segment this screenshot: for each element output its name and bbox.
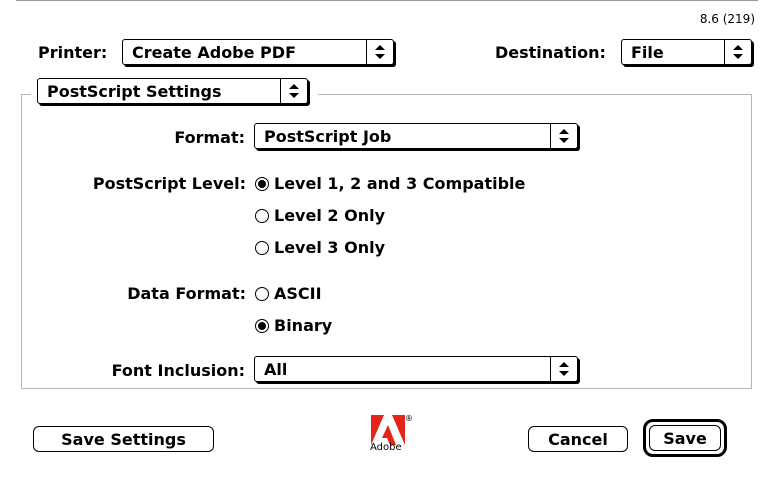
save-settings-button[interactable]: Save Settings	[33, 426, 214, 452]
radio-unselected-icon	[255, 208, 269, 223]
radio-level-compatible-label: Level 1, 2 and 3 Compatible	[274, 174, 526, 193]
radio-level-compatible[interactable]: Level 1, 2 and 3 Compatible	[255, 174, 525, 193]
print-dialog: 8.6 (219) Printer: Create Adobe PDF Dest…	[0, 0, 772, 481]
destination-popup[interactable]: File	[621, 39, 752, 65]
top-divider	[16, 0, 758, 1]
up-down-arrows-icon	[280, 79, 307, 103]
radio-level-3-label: Level 3 Only	[274, 238, 385, 257]
printer-label: Printer:	[38, 43, 108, 62]
font-inclusion-popup[interactable]: All	[254, 356, 578, 382]
radio-selected-icon	[255, 318, 269, 333]
radio-unselected-icon	[255, 240, 269, 255]
radio-selected-icon	[255, 176, 269, 191]
format-popup[interactable]: PostScript Job	[254, 123, 578, 149]
up-down-arrows-icon	[550, 124, 577, 148]
adobe-logo-text: Adobe	[370, 442, 402, 453]
up-down-arrows-icon	[550, 357, 577, 381]
panel-selector-popup[interactable]: PostScript Settings	[37, 78, 308, 104]
save-button[interactable]: Save	[649, 425, 721, 451]
font-inclusion-value: All	[264, 359, 288, 379]
radio-binary-label: Binary	[274, 316, 333, 335]
radio-level-3-only[interactable]: Level 3 Only	[255, 238, 385, 257]
format-value: PostScript Job	[264, 126, 392, 146]
radio-unselected-icon	[255, 286, 269, 301]
up-down-arrows-icon	[724, 40, 751, 64]
radio-ascii-label: ASCII	[274, 284, 322, 303]
up-down-arrows-icon	[366, 40, 393, 64]
printer-popup[interactable]: Create Adobe PDF	[122, 39, 394, 65]
radio-level-2-only[interactable]: Level 2 Only	[255, 206, 385, 225]
version-label: 8.6 (219)	[699, 12, 755, 26]
registered-mark: ®	[405, 414, 413, 423]
destination-label: Destination:	[495, 43, 606, 62]
cancel-button[interactable]: Cancel	[528, 426, 628, 452]
postscript-level-label: PostScript Level:	[92, 174, 246, 193]
radio-level-2-label: Level 2 Only	[274, 206, 385, 225]
font-inclusion-label: Font Inclusion:	[111, 361, 245, 380]
radio-ascii[interactable]: ASCII	[255, 284, 322, 303]
printer-value: Create Adobe PDF	[132, 42, 296, 62]
destination-value: File	[631, 42, 664, 62]
panel-selector-value: PostScript Settings	[47, 81, 222, 101]
radio-binary[interactable]: Binary	[255, 316, 332, 335]
format-label: Format:	[174, 128, 245, 147]
data-format-label: Data Format:	[127, 284, 246, 303]
